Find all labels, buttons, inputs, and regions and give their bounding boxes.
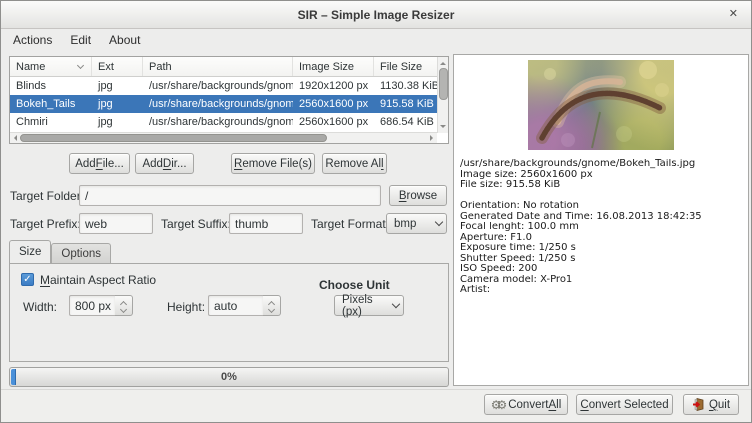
check-icon: ✓ [23,275,31,285]
column-header-image-size[interactable]: Image Size [293,57,374,76]
scroll-down-icon[interactable] [440,125,446,131]
width-stepper[interactable]: 800 px [69,295,133,316]
convert-all-button[interactable]: ⚙⚙ Convert All [484,394,568,415]
window-title: SIR – Simple Image Resizer [298,8,455,22]
table-body: Blinds jpg /usr/share/backgrounds/gnome … [10,77,438,135]
tab-options[interactable]: Options [51,243,111,263]
table-header: Name Ext Path Image Size File Size [10,57,438,77]
progress-fill [11,369,16,385]
spin-buttons[interactable] [115,295,133,316]
menubar: Actions Edit About [1,28,751,51]
target-format-select[interactable]: bmp [386,213,447,234]
detail-line: Shutter Speed: 1/250 s [460,254,744,265]
maintain-aspect-ratio-label: Maintain Aspect Ratio [40,273,156,287]
gears-icon: ⚙⚙ [491,399,503,411]
scroll-right-icon[interactable] [430,135,436,141]
app-window: SIR – Simple Image Resizer ✕ Actions Edi… [0,0,752,423]
sort-chevron-icon [77,61,84,68]
column-header-name[interactable]: Name [10,57,92,76]
image-preview [528,60,674,150]
table-row-selected[interactable]: Bokeh_Tails jpg /usr/share/backgrounds/g… [10,95,438,113]
column-header-file-size[interactable]: File Size [374,57,438,76]
preview-panel: /usr/share/backgrounds/gnome/Bokeh_Tails… [453,54,749,386]
detail-line: ISO Speed: 200 [460,264,744,275]
remove-all-button[interactable]: Remove All [322,153,387,174]
spin-buttons[interactable] [263,295,281,316]
scroll-up-icon[interactable] [440,59,446,65]
scroll-left-icon[interactable] [11,135,17,141]
target-folder-label: Target Folder: [10,189,84,203]
detail-line: Artist: [460,285,744,296]
chevron-down-icon [435,218,443,226]
add-file-button[interactable]: Add File... [69,153,130,174]
menu-actions[interactable]: Actions [4,30,61,50]
detail-line [460,191,744,202]
spin-down-icon[interactable] [268,306,275,313]
menu-edit[interactable]: Edit [61,30,100,50]
width-label: Width: [23,300,57,314]
height-stepper[interactable]: auto [208,295,281,316]
progress-bar: 0% [9,367,449,387]
titlebar[interactable]: SIR – Simple Image Resizer ✕ [1,1,751,29]
detail-line: Orientation: No rotation [460,201,744,212]
maintain-aspect-ratio-checkbox[interactable]: ✓ [21,273,34,286]
table-row[interactable]: Blinds jpg /usr/share/backgrounds/gnome … [10,77,438,95]
quit-button[interactable]: Quit [683,394,739,415]
unit-select[interactable]: Pixels (px) [334,295,404,316]
horizontal-scrollbar[interactable] [10,132,437,143]
menu-about[interactable]: About [100,30,149,50]
detail-line: Exposure time: 1/250 s [460,243,744,254]
vertical-scroll-thumb[interactable] [439,68,448,100]
foxtail-illustration [528,60,674,150]
detail-line: Camera model: X-Pro1 [460,275,744,286]
target-suffix-label: Target Suffix: [161,217,231,231]
browse-button[interactable]: Browse [389,185,447,206]
target-prefix-label: Target Prefix: [10,217,81,231]
tab-size[interactable]: Size [9,240,51,263]
remove-files-button[interactable]: Remove File(s) [231,153,315,174]
column-header-path[interactable]: Path [143,57,293,76]
target-folder-input[interactable]: / [79,185,381,206]
vertical-scrollbar[interactable] [437,57,448,133]
add-dir-button[interactable]: Add Dir... [135,153,194,174]
detail-line: File size: 915.58 KiB [460,180,744,191]
file-details: /usr/share/backgrounds/gnome/Bokeh_Tails… [460,159,744,296]
target-prefix-input[interactable]: web [79,213,153,234]
quit-door-icon [692,398,705,411]
choose-unit-label: Choose Unit [319,278,390,292]
target-format-label: Target Format: [311,217,389,231]
detail-line: Aperture: F1.0 [460,233,744,244]
detail-line: Generated Date and Time: 16.08.2013 18:4… [460,212,744,223]
convert-selected-button[interactable]: Convert Selected [576,394,673,415]
progress-value: 0% [221,371,237,383]
table-row[interactable]: Chmiri jpg /usr/share/backgrounds/gnome … [10,113,438,131]
detail-line: Focal lenght: 100.0 mm [460,222,744,233]
close-icon[interactable]: ✕ [729,7,738,20]
target-suffix-input[interactable]: thumb [229,213,303,234]
detail-line: /usr/share/backgrounds/gnome/Bokeh_Tails… [460,159,744,170]
height-label: Height: [167,300,205,314]
file-table: Name Ext Path Image Size File Size Blind… [9,56,449,144]
tab-bar: Size Options [9,240,111,263]
horizontal-scroll-thumb[interactable] [20,134,327,142]
detail-line: Image size: 2560x1600 px [460,170,744,181]
column-header-ext[interactable]: Ext [92,57,143,76]
spin-down-icon[interactable] [120,306,127,313]
